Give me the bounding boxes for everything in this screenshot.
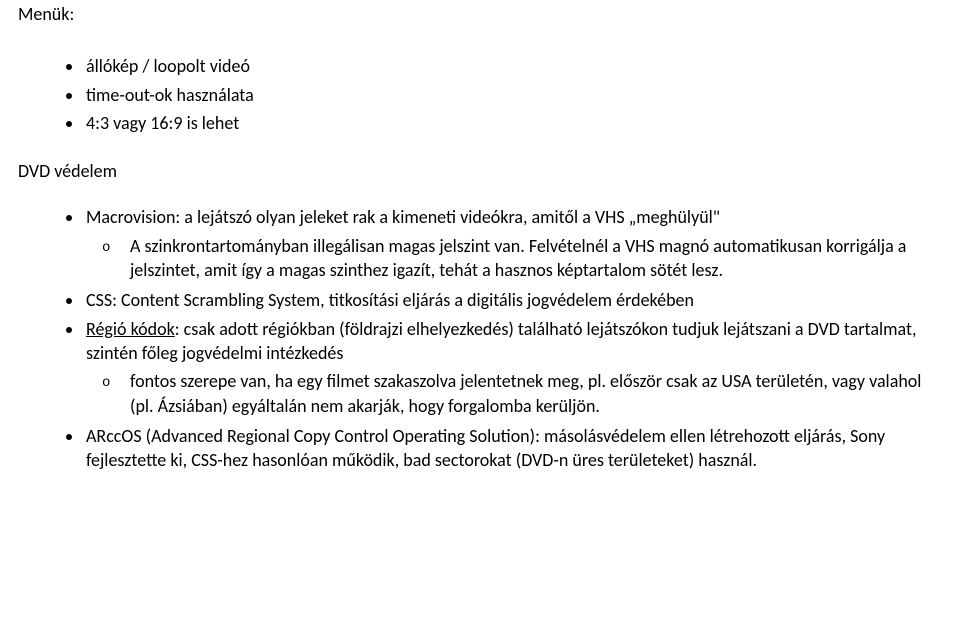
heading-menuk: Menük: xyxy=(18,2,942,26)
document-page: Menük: állókép / loopolt videó time-out-… xyxy=(0,0,960,514)
list-item: állókép / loopolt videó xyxy=(84,54,942,78)
list-item: CSS: Content Scrambling System, titkosít… xyxy=(84,288,942,312)
list-item-text: Macrovision: a lejátszó olyan jeleket ra… xyxy=(86,206,720,228)
sublist-item: fontos szerepe van, ha egy filmet szakas… xyxy=(130,369,942,418)
list-item: ARccOS (Advanced Regional Copy Control O… xyxy=(84,424,942,473)
list-item: Régió kódok: csak adott régiókban (földr… xyxy=(84,317,942,418)
sublist-item: A szinkrontartományban illegálisan magas… xyxy=(130,234,942,283)
sublist: fontos szerepe van, ha egy filmet szakas… xyxy=(86,369,942,418)
list-item-text: : csak adott régiókban (földrajzi elhely… xyxy=(86,318,916,364)
list-menuk: állókép / loopolt videó time-out-ok hasz… xyxy=(18,54,942,135)
list-item: time-out-ok használata xyxy=(84,83,942,107)
list-item: 4:3 vagy 16:9 is lehet xyxy=(84,111,942,135)
list-dvd-vedelem: Macrovision: a lejátszó olyan jeleket ra… xyxy=(18,205,942,472)
underlined-text: Régió kódok xyxy=(86,318,175,340)
heading-dvd-vedelem: DVD védelem xyxy=(18,159,942,183)
sublist: A szinkrontartományban illegálisan magas… xyxy=(86,234,942,283)
list-item: Macrovision: a lejátszó olyan jeleket ra… xyxy=(84,205,942,282)
